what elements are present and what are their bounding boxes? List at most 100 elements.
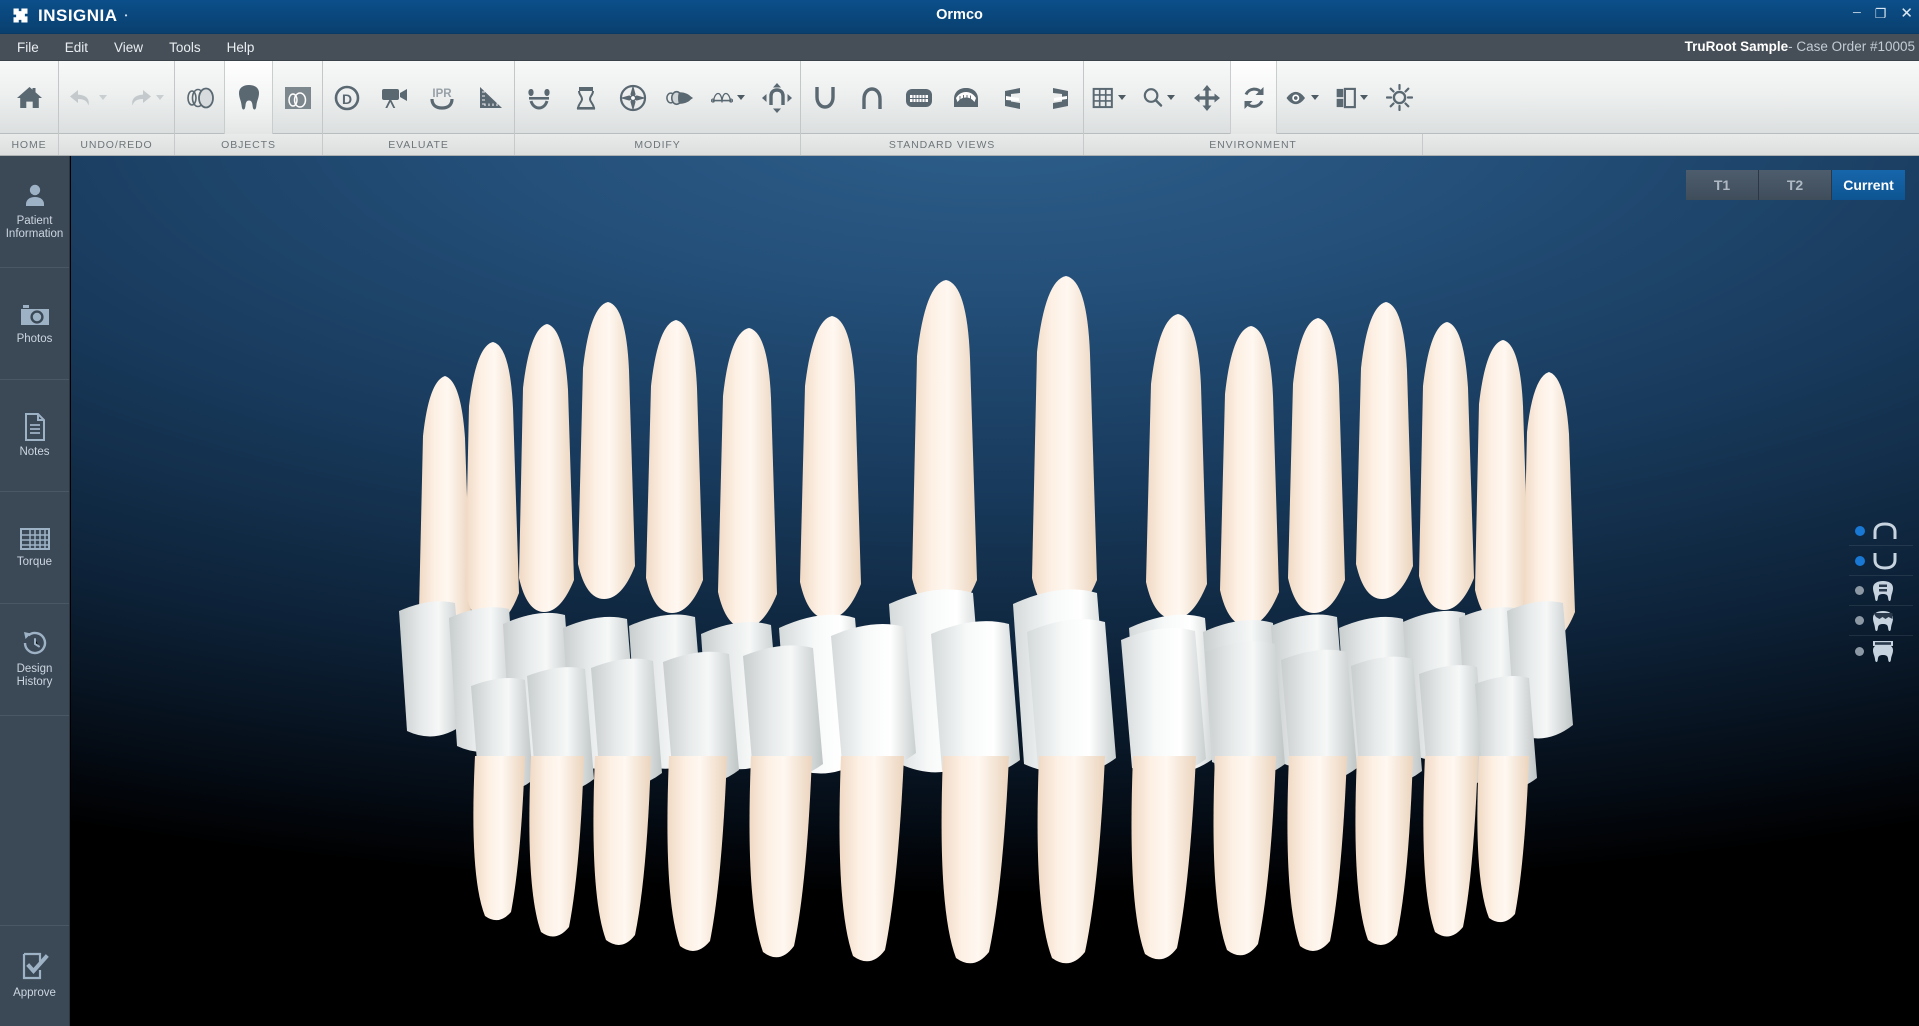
timeline-option-t1[interactable]: T1 [1686,170,1759,200]
ruler-triangle-icon [480,86,503,108]
ribbon-group-environment [1084,61,1423,134]
lower-arch-teeth[interactable] [471,619,1537,964]
view-upper-front-button[interactable] [942,61,989,134]
tooth-bracket-icon [1873,580,1893,601]
ribbon-label-strip: HOME UNDO/REDO OBJECTS EVALUATE MODIFY S… [0,134,1919,156]
timeline-option-t2[interactable]: T2 [1759,170,1832,200]
models-icon [186,87,214,108]
arch-form-icon [527,88,550,110]
translate-arch-button[interactable] [753,61,800,134]
sidebar-item-design-history[interactable]: Design History [0,604,69,716]
front-view-icon [905,88,932,107]
layer-toggle-lower-arch[interactable] [1849,546,1913,576]
group-label-evaluate: EVALUATE [323,134,515,155]
menu-view[interactable]: View [101,37,156,58]
view-left-button[interactable] [1036,61,1083,134]
menu-tools[interactable]: Tools [156,37,214,58]
tooth-attachment-icon [1873,641,1893,662]
layer-toggle-brackets[interactable] [1849,576,1913,606]
group-label-objects: OBJECTS [175,134,323,155]
grid-dropdown-caret[interactable] [1117,95,1126,100]
layer-toggle-crowns[interactable] [1849,606,1913,636]
menu-edit[interactable]: Edit [52,37,101,58]
occlusion-icon [576,86,595,110]
timeline-option-current[interactable]: Current [1832,170,1905,200]
arch-form-button[interactable] [515,61,562,134]
zoom-dropdown-caret[interactable] [1167,95,1175,100]
layer-toggle-attachments[interactable] [1849,636,1913,666]
close-button[interactable]: ✕ [1900,6,1913,21]
case-name: TruRoot Sample [1684,39,1789,54]
sidebar-item-photos[interactable]: Photos [0,268,69,380]
undo-icon [69,89,89,105]
movie-button[interactable] [371,61,419,134]
zoom-button[interactable] [1134,61,1184,134]
bracket-placement-button[interactable] [703,61,753,134]
layer-status-dot[interactable] [1855,555,1865,566]
minimize-button[interactable]: ─ [1853,8,1861,19]
rotate-button[interactable] [1230,61,1277,134]
model-overlay-icon [284,86,311,109]
grid-button[interactable] [1084,61,1134,134]
ipr-button[interactable]: IPR [419,61,467,134]
document-check-icon [22,952,49,980]
sidebar-item-patient-information[interactable]: Patient Information [0,156,69,268]
layer-toggle-upper-arch[interactable] [1849,516,1913,546]
view-front-button[interactable] [895,61,942,134]
upper-front-view-icon [953,87,978,107]
undo-button[interactable] [59,61,117,134]
eye-icon [1286,91,1305,104]
svg-text:D: D [342,91,352,107]
document-lines-icon [24,412,45,441]
sidebar-item-label: Torque [16,555,53,568]
orientation-button[interactable] [609,61,656,134]
models-button[interactable] [175,61,224,134]
ribbon-group-objects [175,61,323,134]
bracket-placement-dropdown-caret[interactable] [737,95,745,100]
measure-button[interactable] [466,61,514,134]
rotate-refresh-icon [1244,86,1263,109]
group-label-empty [1423,134,1919,155]
pan-button[interactable] [1183,61,1230,134]
layer-status-dot[interactable] [1855,586,1864,595]
sidebar-item-label: Patient Information [5,215,64,240]
visibility-button[interactable] [1277,61,1327,134]
occlusion-button[interactable] [562,61,609,134]
sidebar-item-notes[interactable]: Notes [0,380,69,492]
model-viewport[interactable]: T1 T2 Current [71,156,1919,1026]
menu-help[interactable]: Help [214,37,268,58]
approve-label: Approve [13,987,56,999]
layer-status-dot[interactable] [1855,646,1864,656]
sidebar-item-torque[interactable]: Torque [0,492,69,604]
restore-button[interactable]: ❐ [1875,7,1887,20]
model-overlay-button[interactable] [273,61,322,134]
group-label-standard-views: STANDARD VIEWS [801,134,1084,155]
redo-dropdown-caret[interactable] [156,95,165,100]
dental-model-3d[interactable] [71,156,1919,1026]
visibility-dropdown-caret[interactable] [1310,95,1319,100]
ribbon-group-standard-views [801,61,1084,134]
redo-button[interactable] [117,61,175,134]
layer-status-dot[interactable] [1855,525,1865,536]
home-button[interactable] [0,61,58,134]
ribbon-group-undo-redo [59,61,175,134]
brightness-button[interactable] [1376,61,1423,134]
view-lower-occlusal-button[interactable] [801,61,848,134]
undo-dropdown-caret[interactable] [98,95,107,100]
approve-button[interactable]: Approve [0,926,69,1026]
view-right-button[interactable] [989,61,1036,134]
layer-toggle-panel [1849,516,1913,666]
layout-dropdown-caret[interactable] [1360,95,1368,100]
tooth-button[interactable] [224,61,273,134]
timeline-selector: T1 T2 Current [1686,170,1905,200]
group-label-environment: ENVIRONMENT [1084,134,1423,155]
layer-status-dot[interactable] [1855,616,1864,625]
diagnostic-button[interactable]: D [323,61,371,134]
menu-file[interactable]: File [4,37,52,58]
tooth-move-icon [666,90,694,105]
view-upper-occlusal-button[interactable] [848,61,895,134]
group-label-undo-redo: UNDO/REDO [59,134,175,155]
sidebar-item-label: Design History [16,663,53,688]
layout-button[interactable] [1327,61,1377,134]
tooth-movement-button[interactable] [656,61,703,134]
